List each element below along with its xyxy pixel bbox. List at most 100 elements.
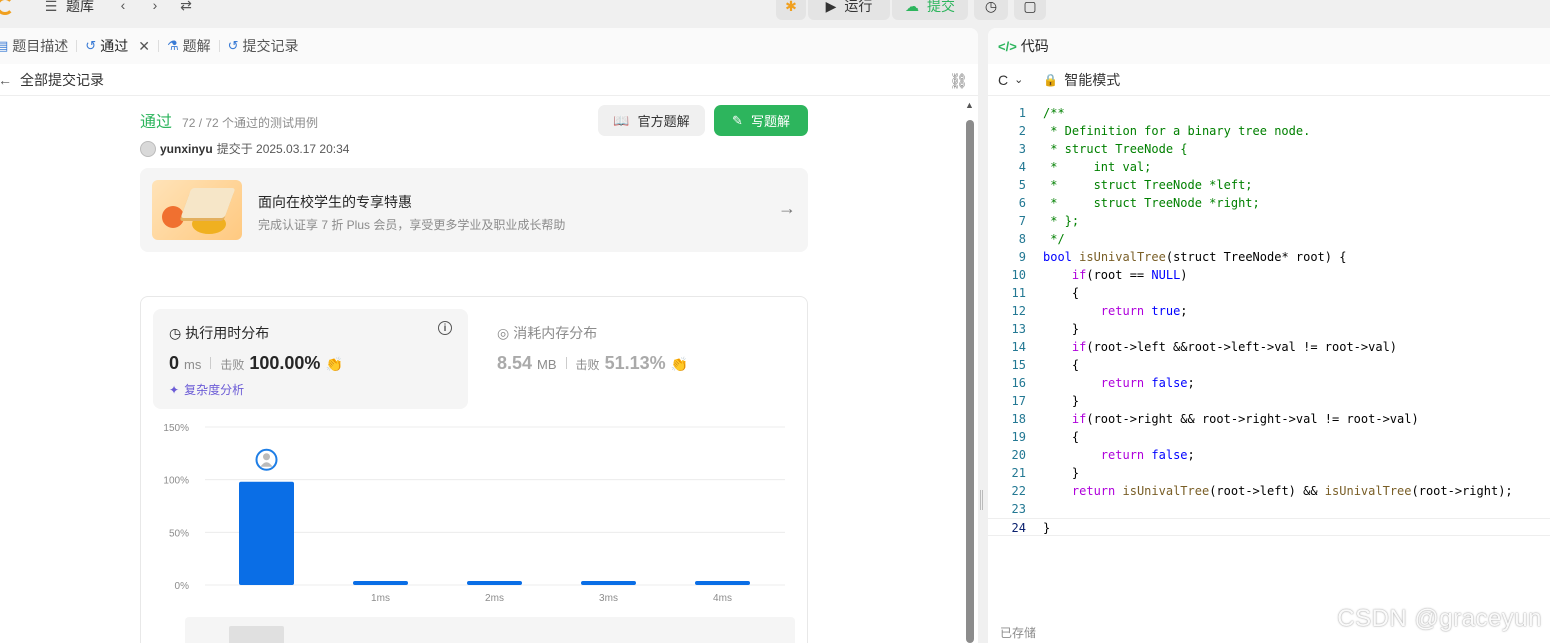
chip-icon: ◎ <box>497 324 510 341</box>
x-tick-label: 3ms <box>599 593 618 604</box>
chart-range-selector[interactable]: 1ms 2ms 3ms 4ms <box>185 617 795 643</box>
close-icon[interactable]: ✕ <box>138 38 150 55</box>
avatar-head <box>263 453 270 461</box>
link-icon[interactable]: ⛓ <box>949 72 968 90</box>
debug-button[interactable]: ✱ <box>776 0 806 20</box>
runtime-distribution-chart: 150% 100% 50% 0% 1ms 2ms 3ms 4ms <box>163 423 785 604</box>
scrollbar-thumb[interactable] <box>966 120 974 643</box>
tab-accepted[interactable]: ↺ 通过 ✕ <box>77 36 158 56</box>
username[interactable]: yunxinyu <box>160 142 213 156</box>
chart-bar <box>695 581 750 585</box>
submit-label: 提交 <box>927 0 955 14</box>
play-icon: ▶ <box>825 0 837 14</box>
code-line: 11 { <box>1011 286 1080 300</box>
complexity-analysis-link[interactable]: ✦ 复杂度分析 <box>169 381 244 398</box>
code-line: 7 * }; <box>1018 214 1080 228</box>
write-solution-button[interactable]: ✎ 写题解 <box>714 105 808 136</box>
code-line: 18 if(root->right && root->right->val !=… <box>1011 412 1419 426</box>
code-line: 15 { <box>1011 358 1080 372</box>
tab-submissions[interactable]: ↺ 提交记录 <box>220 36 307 56</box>
top-bar: ☰ 题库 ‹ › ⇄ ✱ ▶ 运行 ☁ 提交 ◷ ▢ <box>0 0 1550 22</box>
promo-subtitle: 完成认证享 7 折 Plus 会员，享受更多学业及职业成长帮助 <box>258 218 566 232</box>
avatar[interactable] <box>140 140 156 157</box>
runtime-title: ◷ 执行用时分布 <box>169 324 270 342</box>
official-solution-button[interactable]: 📖 官方题解 <box>598 105 705 136</box>
submissions-subbar: ← 全部提交记录 ⛓ <box>0 64 978 96</box>
code-line: 4 * int val; <box>1018 160 1152 174</box>
run-label: 运行 <box>844 0 873 14</box>
test-cases-text: 72 / 72 个通过的测试用例 <box>182 116 319 130</box>
code-line: 2 * Definition for a binary tree node. <box>1018 124 1311 138</box>
runtime-stat[interactable]: ◷ 执行用时分布 i 0 ms 击败 100.00% 👏 ✦ 复杂度分析 <box>153 309 468 409</box>
code-line: 16 return false; <box>1011 376 1195 390</box>
random-problem-button[interactable]: ⇄ <box>177 0 195 14</box>
language-select[interactable]: C <box>998 72 1008 88</box>
problem-bank-button[interactable]: ☰ 题库 <box>42 0 94 16</box>
code-line: 13 } <box>1011 322 1080 336</box>
code-line: 17 } <box>1011 394 1080 408</box>
y-tick-label: 150% <box>163 423 189 434</box>
status-badge: 通过 <box>140 114 173 131</box>
chart-bar <box>467 581 522 585</box>
submitted-time: 提交于 2025.03.17 20:34 <box>216 142 350 156</box>
code-line: 1/** <box>1018 106 1065 120</box>
leetcode-logo-icon[interactable] <box>0 0 14 15</box>
memory-stat[interactable]: ◎ 消耗内存分布 8.54 MB 击败 51.13% 👏 <box>481 309 781 409</box>
scroll-up-icon[interactable]: ▲ <box>965 100 974 110</box>
status-line: 通过 72 / 72 个通过的测试用例 <box>140 108 808 132</box>
saved-status: 已存储 <box>1000 626 1037 640</box>
cloud-upload-icon: ☁ <box>905 0 919 14</box>
code-line: 20 return false; <box>1011 448 1195 462</box>
submit-button[interactable]: ☁ 提交 <box>892 0 968 20</box>
memory-unit: MB <box>537 357 557 372</box>
panel-splitter-handle[interactable] <box>980 490 983 510</box>
beat-label: 击败 <box>575 358 600 372</box>
code-title: 代码 <box>1020 38 1049 54</box>
arrow-right-icon[interactable]: → <box>778 198 796 219</box>
x-tick-label: 4ms <box>713 593 732 604</box>
memory-values: 8.54 MB 击败 51.13% 👏 <box>497 353 688 374</box>
code-line: 23 <box>1011 502 1026 516</box>
code-editor[interactable]: 1/** 2 * Definition for a binary tree no… <box>988 104 1550 536</box>
bug-icon: ✱ <box>785 0 797 14</box>
y-tick-label: 100% <box>163 476 189 487</box>
stats-card: ◷ 执行用时分布 i 0 ms 击败 100.00% 👏 ✦ 复杂度分析 ◎ 消… <box>140 296 808 643</box>
back-arrow-icon[interactable]: ← <box>0 72 12 88</box>
next-problem-button[interactable]: › <box>146 0 164 14</box>
tab-solutions-label: 题解 <box>182 38 211 54</box>
history-icon: ↺ <box>85 38 97 53</box>
edit-icon: ✎ <box>732 112 743 128</box>
notes-button[interactable]: ▢ <box>1014 0 1046 20</box>
write-solution-label: 写题解 <box>750 114 790 129</box>
code-line: 6 * struct TreeNode *right; <box>1018 196 1260 210</box>
tab-description[interactable]: ▤ 题目描述 <box>0 36 76 56</box>
promo-title: 面向在校学生的专享特惠 <box>258 194 412 210</box>
chart-bar <box>581 581 636 585</box>
memory-title: ◎ 消耗内存分布 <box>497 324 598 342</box>
memory-value: 8.54 <box>497 353 533 373</box>
clap-icon: 👏 <box>670 356 689 372</box>
graduation-illustration <box>152 180 242 240</box>
code-icon: </> <box>998 38 1017 54</box>
tab-solutions[interactable]: ⚗ 题解 <box>159 36 219 56</box>
y-tick-label: 50% <box>169 528 189 539</box>
smart-mode-toggle[interactable]: 智能模式 <box>1064 70 1120 90</box>
chevron-down-icon[interactable]: ⌄ <box>1014 73 1023 86</box>
promo-banner[interactable]: 面向在校学生的专享特惠 完成认证享 7 折 Plus 会员，享受更多学业及职业成… <box>140 168 808 252</box>
left-panel: ▤ 题目描述 ↺ 通过 ✕ ⚗ 题解 ↺ 提交记录 ← 全部提交记录 ⛓ 通过 … <box>0 28 978 643</box>
scrollbar[interactable]: ▲ <box>963 100 977 643</box>
prev-problem-button[interactable]: ‹ <box>114 0 132 14</box>
run-button[interactable]: ▶ 运行 <box>808 0 890 20</box>
all-submissions-link[interactable]: 全部提交记录 <box>20 70 104 90</box>
code-line-current: 24} <box>988 518 1550 536</box>
timer-button[interactable]: ◷ <box>974 0 1008 20</box>
alarm-icon: ◷ <box>984 0 998 14</box>
chart-bar <box>239 481 294 585</box>
code-line: 21 } <box>1011 466 1080 480</box>
problem-bank-label: 题库 <box>66 0 94 14</box>
x-tick-label: 1ms <box>371 593 390 604</box>
code-line: 5 * struct TreeNode *left; <box>1018 178 1253 192</box>
chevron-right-icon: › <box>152 0 158 13</box>
info-icon[interactable]: i <box>438 321 452 335</box>
lock-icon: 🔒 <box>1043 72 1059 87</box>
